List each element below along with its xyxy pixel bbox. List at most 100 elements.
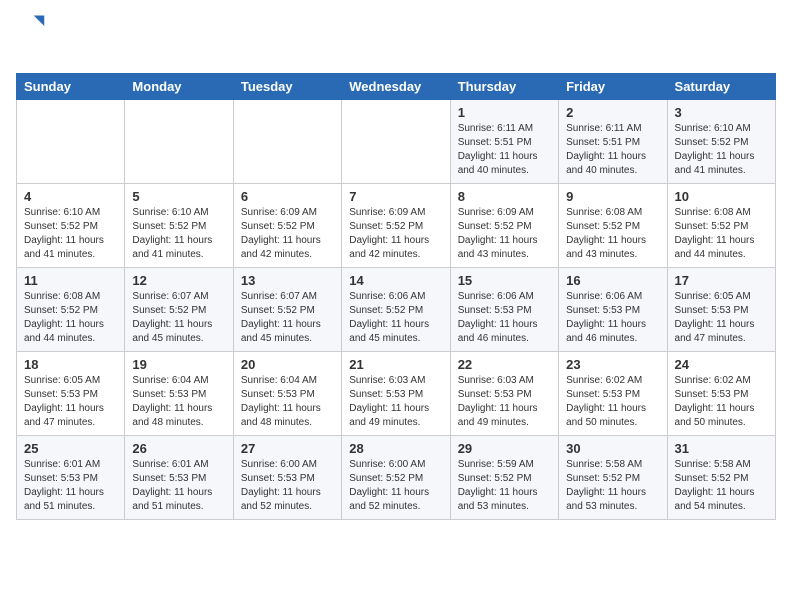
calendar-cell: 5 Sunrise: 6:10 AM Sunset: 5:52 PM Daylig… — [125, 183, 233, 267]
day-number: 3 — [675, 105, 768, 120]
day-info: Sunrise: 6:09 AM Sunset: 5:52 PM Dayligh… — [241, 206, 334, 262]
day-info: Sunrise: 5:59 AM Sunset: 5:52 PM Dayligh… — [458, 458, 551, 514]
day-header-wednesday: Wednesday — [342, 73, 450, 99]
day-info: Sunrise: 6:04 AM Sunset: 5:53 PM Dayligh… — [132, 374, 225, 430]
day-number: 7 — [349, 189, 442, 204]
calendar-cell: 3 Sunrise: 6:10 AM Sunset: 5:52 PM Daylig… — [667, 99, 775, 183]
calendar-cell: 4 Sunrise: 6:10 AM Sunset: 5:52 PM Daylig… — [17, 183, 125, 267]
calendar-week-3: 11 Sunrise: 6:08 AM Sunset: 5:52 PM Dayli… — [17, 267, 776, 351]
day-header-monday: Monday — [125, 73, 233, 99]
day-info: Sunrise: 6:10 AM Sunset: 5:52 PM Dayligh… — [675, 122, 768, 178]
day-number: 8 — [458, 189, 551, 204]
calendar-cell: 31 Sunrise: 5:58 AM Sunset: 5:52 PM Dayli… — [667, 435, 775, 519]
day-number: 22 — [458, 357, 551, 372]
logo-text — [16, 45, 46, 65]
day-number: 4 — [24, 189, 117, 204]
calendar-cell: 18 Sunrise: 6:05 AM Sunset: 5:53 PM Dayli… — [17, 351, 125, 435]
calendar-cell: 27 Sunrise: 6:00 AM Sunset: 5:53 PM Dayli… — [233, 435, 341, 519]
day-info: Sunrise: 6:06 AM Sunset: 5:53 PM Dayligh… — [566, 290, 659, 346]
day-info: Sunrise: 6:11 AM Sunset: 5:51 PM Dayligh… — [458, 122, 551, 178]
day-info: Sunrise: 6:01 AM Sunset: 5:53 PM Dayligh… — [24, 458, 117, 514]
day-info: Sunrise: 6:08 AM Sunset: 5:52 PM Dayligh… — [24, 290, 117, 346]
calendar-cell: 25 Sunrise: 6:01 AM Sunset: 5:53 PM Dayli… — [17, 435, 125, 519]
calendar-cell: 24 Sunrise: 6:02 AM Sunset: 5:53 PM Dayli… — [667, 351, 775, 435]
calendar-cell: 28 Sunrise: 6:00 AM Sunset: 5:52 PM Dayli… — [342, 435, 450, 519]
day-info: Sunrise: 6:03 AM Sunset: 5:53 PM Dayligh… — [349, 374, 442, 430]
day-info: Sunrise: 5:58 AM Sunset: 5:52 PM Dayligh… — [566, 458, 659, 514]
calendar-cell: 16 Sunrise: 6:06 AM Sunset: 5:53 PM Dayli… — [559, 267, 667, 351]
day-number: 27 — [241, 441, 334, 456]
day-info: Sunrise: 6:07 AM Sunset: 5:52 PM Dayligh… — [241, 290, 334, 346]
logo — [16, 16, 46, 65]
day-info: Sunrise: 6:01 AM Sunset: 5:53 PM Dayligh… — [132, 458, 225, 514]
day-info: Sunrise: 6:05 AM Sunset: 5:53 PM Dayligh… — [24, 374, 117, 430]
day-info: Sunrise: 5:58 AM Sunset: 5:52 PM Dayligh… — [675, 458, 768, 514]
day-info: Sunrise: 6:09 AM Sunset: 5:52 PM Dayligh… — [458, 206, 551, 262]
calendar-cell: 2Sunrise: 6:11 AM Sunset: 5:51 PM Daylig… — [559, 99, 667, 183]
calendar-cell — [17, 99, 125, 183]
day-info: Sunrise: 6:10 AM Sunset: 5:52 PM Dayligh… — [132, 206, 225, 262]
calendar-cell: 23 Sunrise: 6:02 AM Sunset: 5:53 PM Dayli… — [559, 351, 667, 435]
calendar-cell: 1Sunrise: 6:11 AM Sunset: 5:51 PM Daylig… — [450, 99, 558, 183]
day-number: 12 — [132, 273, 225, 288]
day-info: Sunrise: 6:03 AM Sunset: 5:53 PM Dayligh… — [458, 374, 551, 430]
calendar-cell: 19 Sunrise: 6:04 AM Sunset: 5:53 PM Dayli… — [125, 351, 233, 435]
calendar-cell: 15Sunrise: 6:06 AM Sunset: 5:53 PM Dayli… — [450, 267, 558, 351]
calendar-cell: 22 Sunrise: 6:03 AM Sunset: 5:53 PM Dayli… — [450, 351, 558, 435]
page-header — [16, 16, 776, 65]
calendar-cell — [233, 99, 341, 183]
day-number: 11 — [24, 273, 117, 288]
calendar-week-5: 25 Sunrise: 6:01 AM Sunset: 5:53 PM Dayli… — [17, 435, 776, 519]
day-info: Sunrise: 6:00 AM Sunset: 5:53 PM Dayligh… — [241, 458, 334, 514]
day-number: 6 — [241, 189, 334, 204]
calendar-cell: 11 Sunrise: 6:08 AM Sunset: 5:52 PM Dayli… — [17, 267, 125, 351]
day-number: 10 — [675, 189, 768, 204]
calendar-cell: 10Sunrise: 6:08 AM Sunset: 5:52 PM Dayli… — [667, 183, 775, 267]
logo-icon — [18, 12, 46, 40]
day-info: Sunrise: 6:00 AM Sunset: 5:52 PM Dayligh… — [349, 458, 442, 514]
day-info: Sunrise: 6:10 AM Sunset: 5:52 PM Dayligh… — [24, 206, 117, 262]
day-number: 30 — [566, 441, 659, 456]
calendar-week-2: 4 Sunrise: 6:10 AM Sunset: 5:52 PM Daylig… — [17, 183, 776, 267]
calendar-cell: 21Sunrise: 6:03 AM Sunset: 5:53 PM Dayli… — [342, 351, 450, 435]
day-info: Sunrise: 6:05 AM Sunset: 5:53 PM Dayligh… — [675, 290, 768, 346]
day-header-saturday: Saturday — [667, 73, 775, 99]
calendar-cell: 8 Sunrise: 6:09 AM Sunset: 5:52 PM Daylig… — [450, 183, 558, 267]
day-info: Sunrise: 6:06 AM Sunset: 5:52 PM Dayligh… — [349, 290, 442, 346]
calendar-cell: 14 Sunrise: 6:06 AM Sunset: 5:52 PM Dayli… — [342, 267, 450, 351]
day-info: Sunrise: 6:02 AM Sunset: 5:53 PM Dayligh… — [675, 374, 768, 430]
day-header-tuesday: Tuesday — [233, 73, 341, 99]
day-number: 5 — [132, 189, 225, 204]
day-number: 20 — [241, 357, 334, 372]
calendar-cell: 9Sunrise: 6:08 AM Sunset: 5:52 PM Daylig… — [559, 183, 667, 267]
day-number: 29 — [458, 441, 551, 456]
day-number: 9 — [566, 189, 659, 204]
day-info: Sunrise: 6:07 AM Sunset: 5:52 PM Dayligh… — [132, 290, 225, 346]
calendar-cell: 6 Sunrise: 6:09 AM Sunset: 5:52 PM Daylig… — [233, 183, 341, 267]
calendar-header-row: SundayMondayTuesdayWednesdayThursdayFrid… — [17, 73, 776, 99]
day-number: 19 — [132, 357, 225, 372]
day-number: 25 — [24, 441, 117, 456]
calendar-week-1: 1Sunrise: 6:11 AM Sunset: 5:51 PM Daylig… — [17, 99, 776, 183]
calendar-cell: 30 Sunrise: 5:58 AM Sunset: 5:52 PM Dayli… — [559, 435, 667, 519]
day-number: 16 — [566, 273, 659, 288]
calendar-cell: 7Sunrise: 6:09 AM Sunset: 5:52 PM Daylig… — [342, 183, 450, 267]
day-number: 23 — [566, 357, 659, 372]
calendar-cell: 29 Sunrise: 5:59 AM Sunset: 5:52 PM Dayli… — [450, 435, 558, 519]
day-number: 14 — [349, 273, 442, 288]
day-header-sunday: Sunday — [17, 73, 125, 99]
day-info: Sunrise: 6:06 AM Sunset: 5:53 PM Dayligh… — [458, 290, 551, 346]
day-number: 18 — [24, 357, 117, 372]
day-info: Sunrise: 6:02 AM Sunset: 5:53 PM Dayligh… — [566, 374, 659, 430]
calendar-table: SundayMondayTuesdayWednesdayThursdayFrid… — [16, 73, 776, 520]
calendar-cell: 13 Sunrise: 6:07 AM Sunset: 5:52 PM Dayli… — [233, 267, 341, 351]
day-number: 28 — [349, 441, 442, 456]
calendar-week-4: 18 Sunrise: 6:05 AM Sunset: 5:53 PM Dayli… — [17, 351, 776, 435]
day-number: 13 — [241, 273, 334, 288]
calendar-cell — [342, 99, 450, 183]
day-header-thursday: Thursday — [450, 73, 558, 99]
day-number: 31 — [675, 441, 768, 456]
day-number: 24 — [675, 357, 768, 372]
calendar-cell: 26Sunrise: 6:01 AM Sunset: 5:53 PM Dayli… — [125, 435, 233, 519]
day-info: Sunrise: 6:11 AM Sunset: 5:51 PM Dayligh… — [566, 122, 659, 178]
